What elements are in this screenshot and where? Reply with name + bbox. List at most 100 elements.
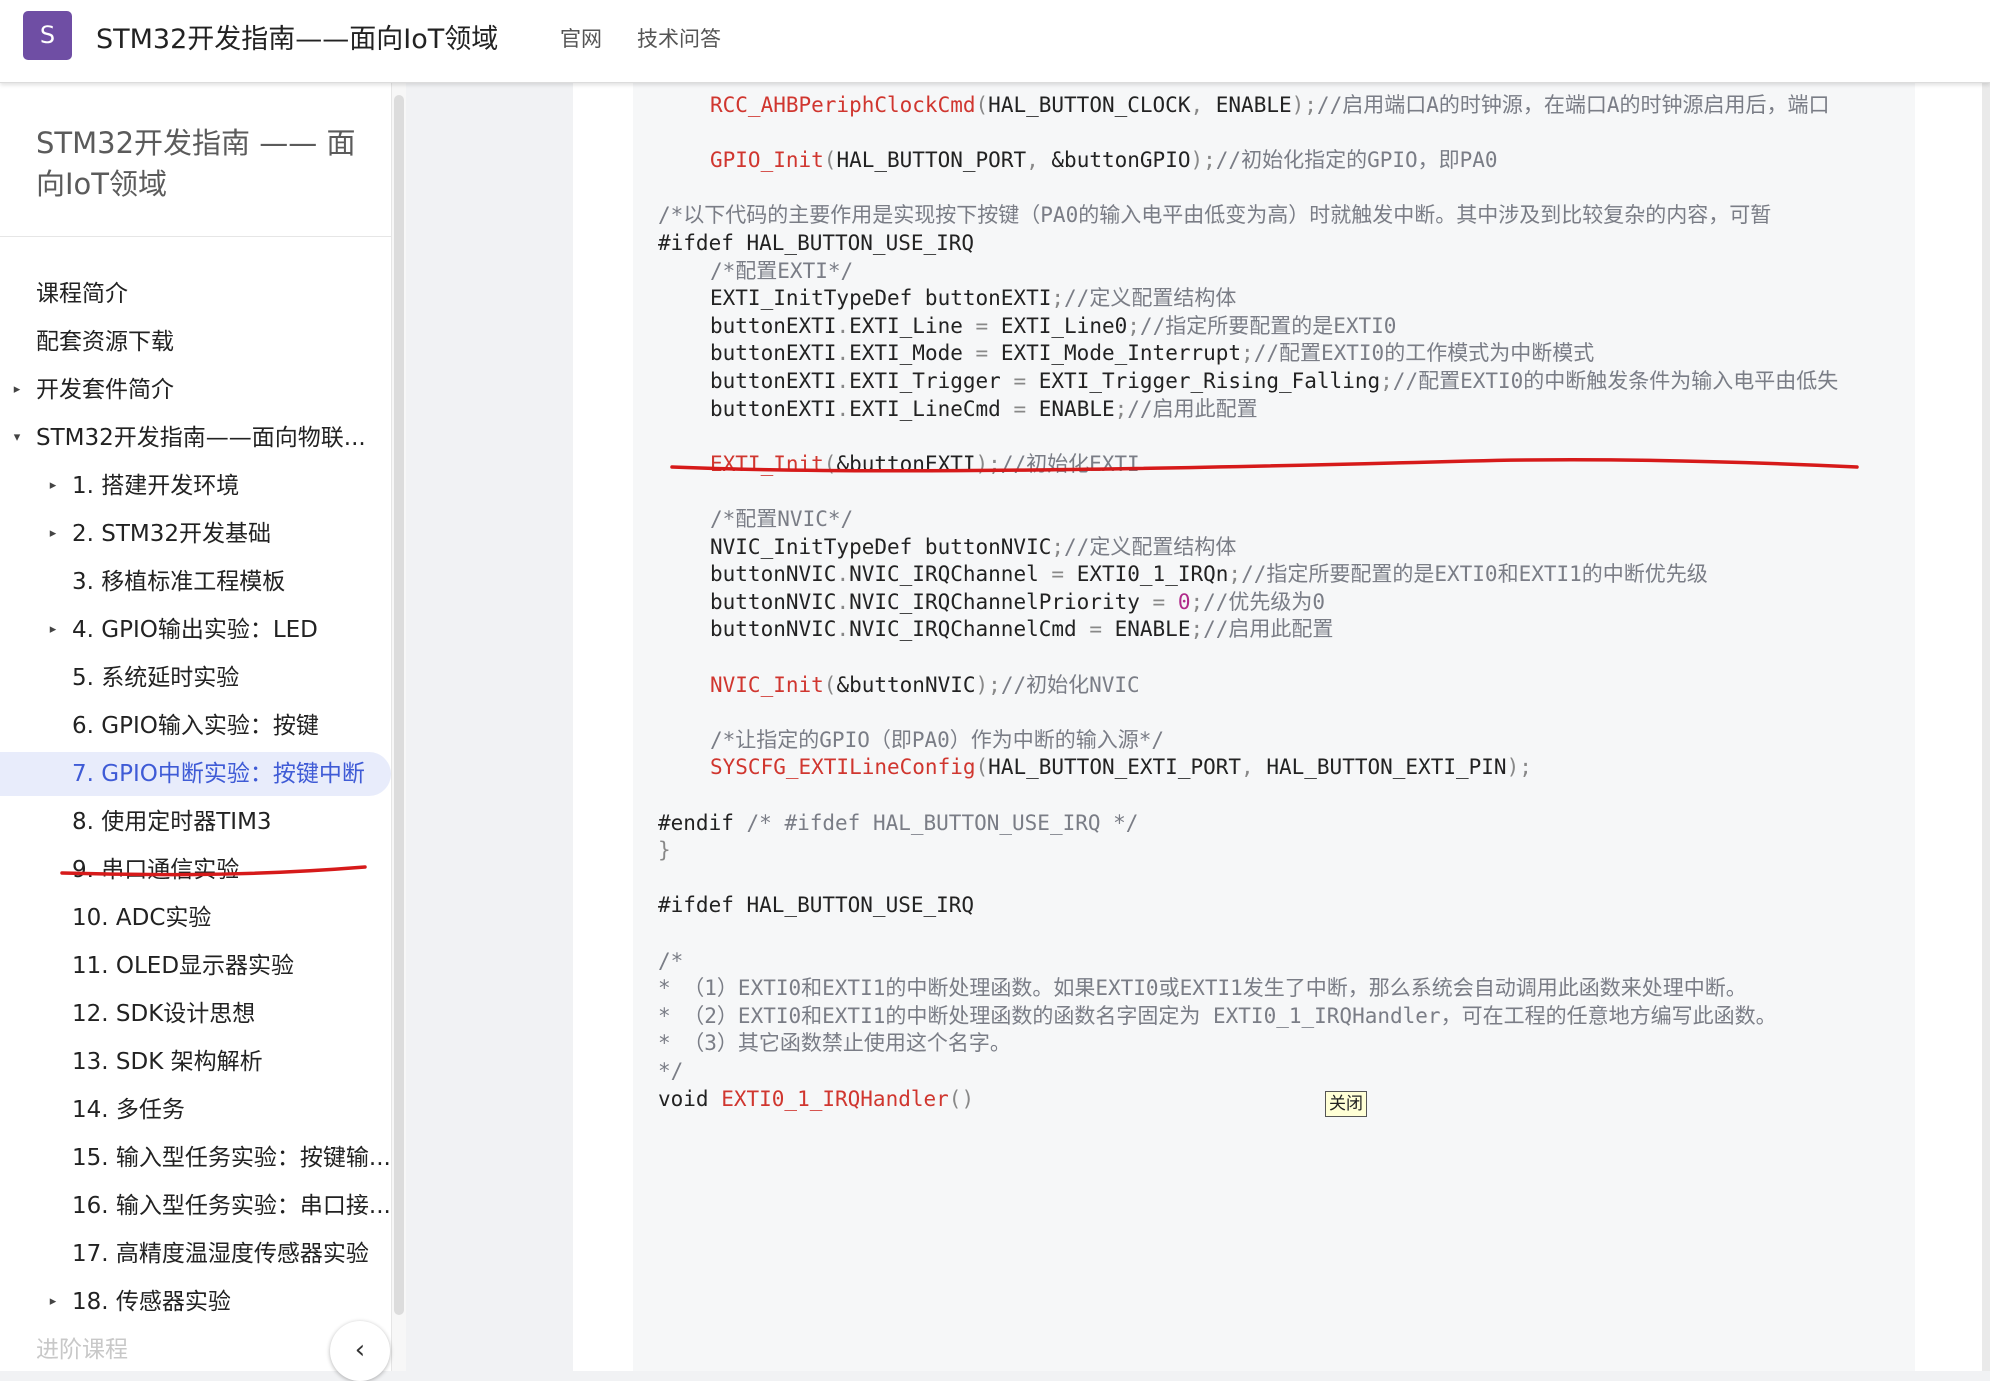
code-line: * （1）EXTI0和EXTI1的中断处理函数。如果EXTI0或EXTI1发生了… bbox=[658, 974, 1747, 1002]
code-line: /*配置EXTI*/ bbox=[710, 257, 853, 285]
sidebar-item[interactable]: 15. 输入型任务实验：按键输... bbox=[0, 1136, 391, 1180]
code-token: NVIC_IRQChannelPriority bbox=[849, 589, 1153, 614]
sidebar-item[interactable]: 7. GPIO中断实验：按键中断 bbox=[0, 752, 391, 796]
code-token: //配置EXTI0的工作模式为中断模式 bbox=[1253, 341, 1595, 366]
sidebar-item[interactable]: 6. GPIO输入实验：按键 bbox=[0, 704, 391, 748]
sidebar-item[interactable]: 13. SDK 架构解析 bbox=[0, 1040, 391, 1084]
sidebar-item-label: 13. SDK 架构解析 bbox=[72, 1049, 263, 1075]
code-token: EXTI0_1_IRQn bbox=[1076, 562, 1229, 587]
site-title[interactable]: STM32开发指南——面向IoT领域 bbox=[96, 17, 498, 56]
sidebar-item[interactable]: 3. 移植标准工程模板 bbox=[0, 560, 391, 604]
sidebar-scrollbar-thumb[interactable] bbox=[394, 95, 404, 1315]
nav-official-site[interactable]: 官网 bbox=[560, 23, 602, 53]
code-token: = bbox=[975, 341, 1001, 366]
caret-right-icon[interactable]: ▸ bbox=[46, 512, 60, 556]
code-token: EXTI_Mode bbox=[849, 341, 976, 366]
code-line: #endif /* #ifdef HAL_BUTTON_USE_IRQ */ bbox=[658, 809, 1138, 837]
top-header: S STM32开发指南——面向IoT领域 官网 技术问答 bbox=[0, 0, 1990, 83]
nav-tech-qa[interactable]: 技术问答 bbox=[637, 23, 721, 53]
code-token: //定义配置结构体 bbox=[1064, 534, 1237, 559]
code-token: . bbox=[836, 562, 850, 587]
code-token: SYSCFG_EXTILineConfig bbox=[710, 755, 976, 780]
code-line: /*以下代码的主要作用是实现按下按键（PA0的输入电平由低变为高）时就触发中断。… bbox=[658, 201, 1771, 229]
code-token: ( bbox=[975, 755, 989, 780]
sidebar-item-label: 11. OLED显示器实验 bbox=[72, 953, 295, 979]
sidebar-item[interactable]: 5. 系统延时实验 bbox=[0, 656, 391, 700]
code-token: buttonEXTI bbox=[710, 396, 837, 421]
code-token: //定义配置结构体 bbox=[1064, 286, 1237, 311]
code-token: EXTI_LineCmd bbox=[849, 396, 1014, 421]
sidebar-item[interactable]: 10. ADC实验 bbox=[0, 896, 391, 940]
sidebar-item[interactable]: ▸ 1. 搭建开发环境 bbox=[0, 464, 391, 508]
code-line: buttonEXTI.EXTI_LineCmd = ENABLE;//启用此配置 bbox=[710, 395, 1258, 423]
close-tooltip[interactable]: 关闭 bbox=[1325, 1091, 1367, 1117]
sidebar-item-label: 14. 多任务 bbox=[72, 1097, 185, 1123]
sidebar-item[interactable]: ▸ 2. STM32开发基础 bbox=[0, 512, 391, 556]
site-logo[interactable]: S bbox=[23, 11, 72, 60]
sidebar-item[interactable]: ▸ 4. GPIO输出实验：LED bbox=[0, 608, 391, 652]
collapse-sidebar-button[interactable]: ‹ bbox=[330, 1321, 390, 1381]
code-line: * （3）其它函数禁止使用这个名字。 bbox=[658, 1029, 1011, 1057]
code-token: , bbox=[1190, 93, 1216, 117]
code-token: buttonEXTI bbox=[710, 341, 837, 366]
caret-right-icon[interactable]: ▸ bbox=[46, 608, 60, 652]
sidebar-item[interactable]: 课程简介 bbox=[0, 272, 391, 316]
sidebar-item[interactable]: 17. 高精度温湿度传感器实验 bbox=[0, 1232, 391, 1276]
code-token: EXTI_Trigger_Rising_Falling bbox=[1038, 369, 1381, 393]
code-token: RCC_AHBPeriphClockCmd bbox=[710, 93, 976, 117]
code-token: . bbox=[836, 341, 850, 366]
code-line: /*配置NVIC*/ bbox=[710, 505, 853, 533]
sidebar-item-label: 5. 系统延时实验 bbox=[72, 665, 240, 691]
code-token: = bbox=[975, 313, 1001, 338]
code-token: HAL_BUTTON_EXTI_PIN bbox=[1266, 755, 1507, 780]
code-token: HAL_BUTTON_EXTI_PORT bbox=[988, 755, 1242, 780]
sidebar-title[interactable]: STM32开发指南 —— 面向IoT领域 bbox=[36, 123, 376, 205]
sidebar-item[interactable]: ▸ 开发套件简介 bbox=[0, 368, 391, 412]
sidebar: STM32开发指南 —— 面向IoT领域 课程简介 配套资源下载 ▸ 开发套件简介 ▾ S… bbox=[0, 83, 392, 1371]
code-line: void EXTI0_1_IRQHandler() bbox=[658, 1085, 974, 1113]
code-token: ENABLE bbox=[1038, 396, 1115, 421]
caret-right-icon[interactable]: ▸ bbox=[46, 1280, 60, 1324]
code-token: //启用此配置 bbox=[1203, 617, 1334, 642]
code-token: ( bbox=[823, 148, 837, 173]
sidebar-item[interactable]: 配套资源下载 bbox=[0, 320, 391, 364]
sidebar-item-label: 6. GPIO输入实验：按键 bbox=[72, 713, 319, 739]
sidebar-item-label: 进阶课程 bbox=[36, 1337, 128, 1363]
code-token: NVIC_IRQChannel bbox=[849, 562, 1052, 587]
code-token: . bbox=[836, 396, 850, 421]
sidebar-item[interactable]: 8. 使用定时器TIM3 bbox=[0, 800, 391, 844]
caret-down-icon[interactable]: ▾ bbox=[10, 416, 24, 460]
code-line: #ifdef HAL_BUTTON_USE_IRQ bbox=[658, 891, 974, 919]
sidebar-item-label: 10. ADC实验 bbox=[72, 905, 212, 931]
code-token: } bbox=[658, 838, 671, 863]
sidebar-item[interactable]: ▸ 18. 传感器实验 bbox=[0, 1280, 391, 1324]
caret-right-icon[interactable]: ▸ bbox=[10, 368, 24, 412]
sidebar-item[interactable]: ▾ STM32开发指南——面向物联... bbox=[0, 416, 391, 460]
sidebar-item-label: 4. GPIO输出实验：LED bbox=[72, 617, 318, 643]
code-line: } bbox=[658, 836, 671, 864]
code-token: #ifdef HAL_BUTTON_USE_IRQ bbox=[658, 231, 975, 255]
code-token: //初始化NVIC bbox=[1000, 672, 1140, 697]
sidebar-item[interactable]: 16. 输入型任务实验：串口接... bbox=[0, 1184, 391, 1228]
code-token: = bbox=[1013, 396, 1039, 421]
code-token: /* bbox=[658, 948, 684, 973]
sidebar-item-label: 7. GPIO中断实验：按键中断 bbox=[72, 761, 365, 787]
code-token: &buttonGPIO bbox=[1051, 148, 1191, 173]
code-token: . bbox=[836, 589, 850, 614]
page-scrollbar[interactable] bbox=[1982, 83, 1990, 1371]
sidebar-item[interactable]: 14. 多任务 bbox=[0, 1088, 391, 1132]
code-token: ; bbox=[1114, 396, 1128, 421]
caret-right-icon[interactable]: ▸ bbox=[46, 464, 60, 508]
code-line: EXTI_InitTypeDef buttonEXTI;//定义配置结构体 bbox=[710, 284, 1236, 312]
sidebar-item[interactable]: 11. OLED显示器实验 bbox=[0, 944, 391, 988]
code-token: * （2）EXTI0和EXTI1的中断处理函数的函数名字固定为 EXTI0_1_… bbox=[658, 1003, 1777, 1028]
code-token: #endif bbox=[658, 810, 747, 835]
code-token: ); bbox=[1291, 93, 1317, 117]
code-line: NVIC_InitTypeDef buttonNVIC;//定义配置结构体 bbox=[710, 533, 1236, 561]
sidebar-item[interactable]: 12. SDK设计思想 bbox=[0, 992, 391, 1036]
code-line: * （2）EXTI0和EXTI1的中断处理函数的函数名字固定为 EXTI0_1_… bbox=[658, 1002, 1777, 1030]
code-token: 0 bbox=[1177, 589, 1191, 614]
code-token: ; bbox=[1228, 562, 1242, 587]
code-token: () bbox=[948, 1086, 975, 1111]
code-token: buttonNVIC bbox=[710, 617, 837, 642]
